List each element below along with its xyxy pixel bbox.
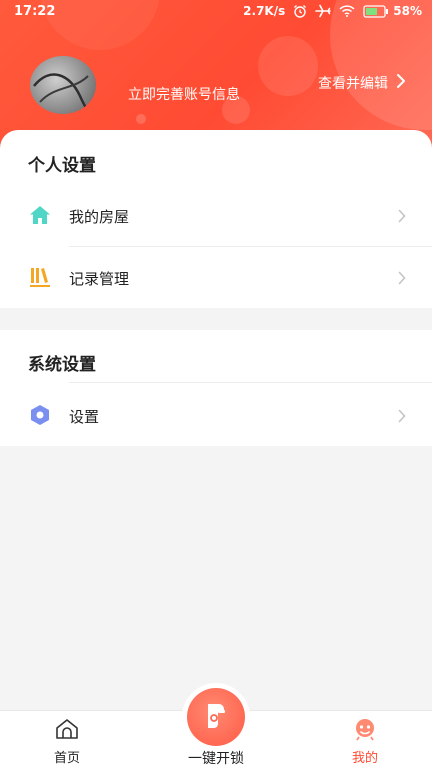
menu-item-label: 记录管理 bbox=[69, 270, 130, 288]
personal-settings-card: 个人设置 我的房屋 记录管理 bbox=[0, 130, 432, 308]
door-lock-icon bbox=[202, 700, 230, 734]
complete-account-info-link[interactable]: 立即完善账号信息 bbox=[128, 84, 240, 104]
menu-item-my-house[interactable]: 我的房屋 bbox=[0, 185, 432, 247]
unlock-label: 一键开锁 bbox=[188, 751, 244, 767]
view-edit-profile-button[interactable]: 查看并编辑 bbox=[318, 73, 406, 93]
chevron-right-icon bbox=[398, 208, 406, 227]
menu-item-record-management[interactable]: 记录管理 bbox=[0, 247, 432, 309]
one-key-unlock-button[interactable]: 一键开锁 bbox=[166, 686, 266, 768]
tab-mine[interactable]: 我的 bbox=[315, 711, 415, 768]
system-settings-title: 系统设置 bbox=[28, 355, 96, 375]
airplane-icon bbox=[315, 4, 332, 18]
house-icon bbox=[28, 203, 52, 227]
net-speed: 2.7K/s bbox=[243, 4, 286, 18]
status-bar: 17:22 2.7K/s 58% bbox=[0, 0, 432, 24]
tab-home[interactable]: 首页 bbox=[17, 711, 117, 768]
tab-home-label: 首页 bbox=[53, 751, 80, 766]
chevron-right-icon bbox=[398, 270, 406, 289]
wifi-icon bbox=[339, 5, 355, 17]
chevron-right-icon bbox=[396, 73, 406, 93]
chevron-right-icon bbox=[398, 408, 406, 427]
battery-icon bbox=[363, 4, 389, 18]
records-icon bbox=[28, 265, 52, 289]
status-time: 17:22 bbox=[14, 4, 56, 19]
hexagon-settings-icon bbox=[28, 403, 52, 427]
smiley-user-icon bbox=[353, 711, 377, 745]
battery-level: 58% bbox=[393, 4, 422, 18]
avatar[interactable] bbox=[30, 56, 96, 114]
unlock-circle bbox=[187, 688, 245, 746]
menu-item-label: 我的房屋 bbox=[69, 208, 130, 226]
view-edit-label: 查看并编辑 bbox=[318, 76, 388, 92]
menu-item-label: 设置 bbox=[69, 408, 100, 426]
menu-item-settings[interactable]: 设置 bbox=[0, 385, 432, 447]
decor-bubble bbox=[136, 114, 146, 124]
tab-mine-label: 我的 bbox=[351, 751, 378, 766]
home-icon bbox=[54, 711, 80, 745]
system-settings-card: 系统设置 设置 bbox=[0, 330, 432, 446]
decor-bubble bbox=[258, 36, 318, 96]
divider bbox=[69, 382, 432, 383]
personal-settings-title: 个人设置 bbox=[28, 156, 96, 176]
alarm-icon bbox=[293, 4, 307, 18]
